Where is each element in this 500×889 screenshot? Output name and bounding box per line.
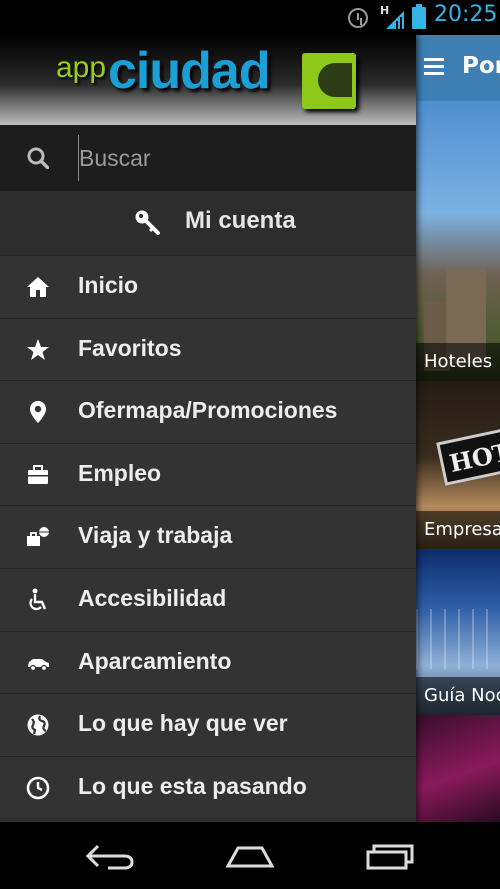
menu-item-accesibilidad[interactable]: Accesibilidad <box>0 567 416 631</box>
appciudad-logo: app ciudad <box>56 42 360 117</box>
menu-item-label: Ofermapa/Promociones <box>78 397 338 424</box>
menu-item-label: Inicio <box>78 272 139 298</box>
menu-item-viaja-y-trabaja[interactable]: Viaja y trabaja <box>0 505 416 568</box>
menu-item-label: Aparcamiento <box>78 647 232 674</box>
menu-item-label: Accesibilidad <box>78 584 227 611</box>
search-icon <box>27 147 49 169</box>
menu-item-inicio[interactable]: Inicio <box>0 255 416 318</box>
key-icon <box>135 210 160 235</box>
category-tile-guia-noche[interactable]: Guía Noc <box>416 549 500 715</box>
home-button-icon[interactable] <box>224 838 276 874</box>
my-account-label: Mi cuenta <box>185 207 296 234</box>
menu-item-label: Lo que esta pasando <box>78 772 307 799</box>
menu-item-empleo[interactable]: Empleo <box>0 442 416 506</box>
office-image <box>416 609 500 669</box>
category-tile-empresa[interactable]: HOT Empresa <box>416 381 500 549</box>
menu-item-lo-que-esta-pasando[interactable]: Lo que esta pasando <box>0 755 416 819</box>
menu-item-favoritos[interactable]: Favoritos <box>0 317 416 381</box>
signal-icon <box>386 11 404 29</box>
main-content: Por Hoteles HOT Empresa Guía Noc <box>416 35 500 822</box>
menu-item-label: Lo que hay que ver <box>78 710 288 737</box>
recent-apps-icon[interactable] <box>364 838 416 874</box>
alarm-icon <box>348 8 368 28</box>
map-pin-icon <box>30 401 46 424</box>
menu-item-ofermapa[interactable]: Ofermapa/Promociones <box>0 380 416 443</box>
menu-item-label: Favoritos <box>78 334 182 361</box>
drawer-menu-list: Inicio Favoritos Ofermapa/Promociones Em… <box>0 255 416 819</box>
back-icon[interactable] <box>84 838 136 874</box>
navigation-drawer: app ciudad Mi cuenta Inicio <box>0 35 416 822</box>
hotel-sign-text: HOT <box>446 436 500 479</box>
menu-item-label: Empleo <box>78 459 162 486</box>
my-account-button[interactable]: Mi cuenta <box>0 191 416 255</box>
travel-icon <box>27 527 49 547</box>
page-title: Por <box>462 53 500 79</box>
tile-label: Hoteles <box>416 343 500 381</box>
category-tile-hoteles[interactable]: Hoteles <box>416 101 500 381</box>
home-icon <box>27 277 49 297</box>
menu-item-aparcamiento[interactable]: Aparcamiento <box>0 630 416 694</box>
status-bar: H 20:25 <box>0 0 500 35</box>
car-icon <box>28 658 49 671</box>
logo-name: ciudad <box>108 42 271 100</box>
status-time: 20:25 <box>434 2 498 27</box>
action-bar: Por <box>416 35 500 101</box>
drawer-header: app ciudad <box>0 35 416 125</box>
category-tile-night-image[interactable] <box>416 715 500 822</box>
battery-icon <box>412 4 426 29</box>
tile-label: Empresa <box>416 511 500 549</box>
globe-icon <box>27 714 49 736</box>
search-bar <box>0 125 416 191</box>
logo-mark-icon <box>302 53 356 109</box>
search-input[interactable] <box>78 135 398 181</box>
logo-prefix: app <box>56 51 107 84</box>
system-navigation-bar <box>0 822 500 889</box>
menu-item-lo-que-hay-que-ver[interactable]: Lo que hay que ver <box>0 693 416 756</box>
star-icon <box>27 338 49 360</box>
menu-item-label: Viaja y trabaja <box>78 522 233 549</box>
clock-icon <box>26 776 50 800</box>
hotel-sign-image: HOT <box>436 428 500 486</box>
tile-label: Guía Noc <box>416 677 500 715</box>
wheelchair-icon <box>29 588 47 611</box>
hamburger-menu-icon[interactable] <box>424 58 444 76</box>
briefcase-icon <box>28 464 48 484</box>
